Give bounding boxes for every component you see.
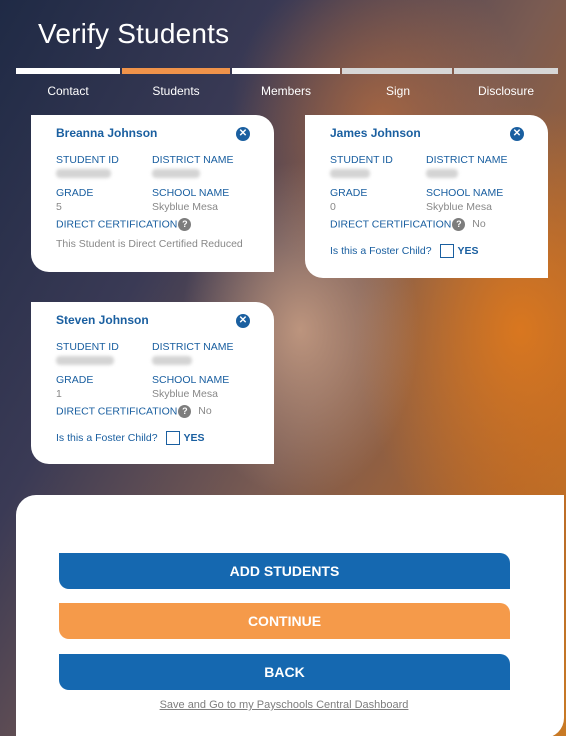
step-bar-sign: [342, 68, 452, 74]
foster-child-yes-label[interactable]: YES: [458, 245, 479, 257]
dashboard-link[interactable]: Save and Go to my Payschools Central Das…: [16, 699, 552, 711]
direct-certification-value: No: [198, 405, 212, 418]
step-label-students[interactable]: Students: [122, 84, 230, 98]
direct-certification-text: DIRECT CERTIFICATION: [56, 405, 178, 418]
close-icon[interactable]: ✕: [236, 314, 250, 328]
student-name: James Johnson: [330, 126, 421, 140]
student-card: James Johnson ✕ STUDENT ID DISTRICT NAME…: [305, 115, 548, 278]
help-icon[interactable]: ?: [178, 405, 192, 418]
step-label-contact[interactable]: Contact: [14, 84, 122, 98]
grade-value: 5: [56, 201, 62, 213]
grade-label: GRADE: [56, 374, 94, 386]
foster-child-checkbox[interactable]: [165, 431, 180, 445]
student-card: Steven Johnson ✕ STUDENT ID DISTRICT NAM…: [31, 302, 274, 464]
step-bar-students: [122, 68, 230, 74]
foster-child-checkbox[interactable]: [439, 244, 454, 258]
district-name-value-redacted: [152, 356, 192, 365]
student-id-label: STUDENT ID: [330, 154, 393, 166]
student-name: Steven Johnson: [56, 313, 149, 327]
direct-certification-text: DIRECT CERTIFICATION: [330, 218, 452, 231]
foster-child-row: Is this a Foster Child? YES: [330, 244, 479, 258]
direct-certification-label: DIRECT CERTIFICATION? No: [330, 218, 486, 231]
grade-label: GRADE: [330, 187, 368, 199]
progress-steps: Contact Students Members Sign Disclosure: [16, 68, 558, 98]
page-title: Verify Students: [38, 18, 230, 49]
school-name-label: SCHOOL NAME: [426, 187, 504, 199]
grade-value: 0: [330, 201, 336, 213]
school-name-label: SCHOOL NAME: [152, 374, 230, 386]
direct-certification-text: DIRECT CERTIFICATION: [56, 218, 178, 231]
student-card: Breanna Johnson ✕ STUDENT ID DISTRICT NA…: [31, 115, 274, 272]
step-label-disclosure[interactable]: Disclosure: [452, 84, 560, 98]
school-name-label: SCHOOL NAME: [152, 187, 230, 199]
foster-child-question: Is this a Foster Child?: [56, 431, 158, 444]
step-bar-disclosure: [454, 68, 558, 74]
step-label-members[interactable]: Members: [232, 84, 340, 98]
direct-certification-label: DIRECT CERTIFICATION? No: [56, 405, 212, 418]
close-icon[interactable]: ✕: [510, 127, 524, 141]
direct-certification-value: No: [472, 218, 486, 231]
add-students-button[interactable]: ADD STUDENTS: [59, 553, 510, 589]
step-label-sign[interactable]: Sign: [344, 84, 452, 98]
student-id-value-redacted: [56, 356, 114, 365]
direct-certification-value: This Student is Direct Certified Reduced: [56, 238, 243, 250]
student-id-value-redacted: [56, 169, 111, 178]
continue-button[interactable]: CONTINUE: [59, 603, 510, 639]
foster-child-question: Is this a Foster Child?: [330, 244, 432, 257]
district-name-value-redacted: [426, 169, 458, 178]
school-name-value: Skyblue Mesa: [426, 201, 492, 213]
school-name-value: Skyblue Mesa: [152, 388, 218, 400]
foster-child-row: Is this a Foster Child? YES: [56, 431, 205, 445]
student-id-value-redacted: [330, 169, 370, 178]
back-button[interactable]: BACK: [59, 654, 510, 690]
direct-certification-label: DIRECT CERTIFICATION?: [56, 218, 192, 231]
grade-label: GRADE: [56, 187, 94, 199]
foster-child-yes-label[interactable]: YES: [184, 432, 205, 444]
action-panel: ADD STUDENTS CONTINUE BACK Save and Go t…: [16, 495, 564, 736]
close-icon[interactable]: ✕: [236, 127, 250, 141]
school-name-value: Skyblue Mesa: [152, 201, 218, 213]
step-bar-members: [232, 68, 340, 74]
student-id-label: STUDENT ID: [56, 341, 119, 353]
step-bar-contact: [16, 68, 120, 74]
help-icon[interactable]: ?: [452, 218, 466, 231]
help-icon[interactable]: ?: [178, 218, 192, 231]
student-id-label: STUDENT ID: [56, 154, 119, 166]
district-name-label: DISTRICT NAME: [152, 341, 234, 353]
grade-value: 1: [56, 388, 62, 400]
district-name-label: DISTRICT NAME: [152, 154, 234, 166]
district-name-label: DISTRICT NAME: [426, 154, 508, 166]
district-name-value-redacted: [152, 169, 200, 178]
student-name: Breanna Johnson: [56, 126, 158, 140]
